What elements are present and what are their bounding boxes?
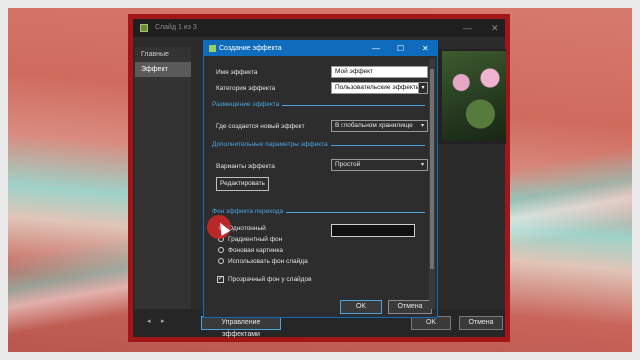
next-slide-icon[interactable]: ▸ bbox=[161, 317, 165, 325]
manage-effects-button[interactable]: Управление эффектами bbox=[201, 316, 281, 338]
dialog-cancel-button[interactable]: Отмена bbox=[388, 300, 432, 314]
main-window-titlebar: Слайд 1 из 3 — ✕ bbox=[133, 19, 505, 37]
sidebar-item-effect[interactable]: Эффект bbox=[135, 62, 191, 77]
bg-section-header: Фон эффекта перехода bbox=[212, 208, 425, 216]
radio-slide-bg[interactable] bbox=[218, 258, 224, 264]
chevron-down-icon[interactable]: ▾ bbox=[418, 83, 427, 93]
close-icon[interactable]: ✕ bbox=[491, 19, 499, 37]
variants-value: Простой bbox=[335, 161, 361, 168]
dialog-ok-button[interactable]: OK bbox=[340, 300, 382, 314]
solid-color-picker[interactable] bbox=[331, 224, 415, 237]
where-created-select[interactable]: В глобальном хранилище ▾ bbox=[331, 120, 428, 132]
dialog-minimize-icon[interactable]: — bbox=[372, 41, 380, 56]
transparent-label: Прозрачный фон у слайдов bbox=[228, 276, 312, 283]
effect-category-select[interactable]: Пользовательские эффекты ▾ bbox=[331, 82, 428, 94]
dialog-close-icon[interactable]: ✕ bbox=[422, 41, 429, 56]
sidebar: Главные Эффект bbox=[135, 47, 191, 317]
bg-section-title: Фон эффекта перехода bbox=[212, 208, 287, 215]
chevron-down-icon: ▾ bbox=[420, 162, 424, 168]
placement-section-title: Размещение эффекта bbox=[212, 101, 283, 108]
placement-section-header: Размещение эффекта bbox=[212, 101, 425, 109]
transparent-checkbox[interactable]: ✓ bbox=[217, 276, 224, 283]
ok-button[interactable]: OK bbox=[411, 316, 451, 330]
radio-bg-image-label: Фоновая картинка bbox=[228, 247, 283, 254]
radio-solid-label: Однотонный bbox=[228, 225, 266, 232]
dialog-maximize-icon[interactable]: ☐ bbox=[397, 41, 404, 56]
effect-name-field[interactable]: Мой эффект bbox=[331, 66, 428, 78]
variants-label: Варианты эффекта bbox=[216, 163, 275, 170]
dialog-title: Создание эффекта bbox=[219, 45, 282, 52]
extra-section-title: Дополнительные параметры эффекта bbox=[212, 141, 331, 148]
effect-category-value: Пользовательские эффекты bbox=[335, 84, 421, 91]
cancel-button[interactable]: Отмена bbox=[459, 316, 503, 330]
extra-section-header: Дополнительные параметры эффекта bbox=[212, 141, 425, 149]
variants-select[interactable]: Простой ▾ bbox=[331, 159, 428, 171]
effect-name-label: Имя эффекта bbox=[216, 69, 258, 76]
chevron-down-icon: ▾ bbox=[420, 123, 424, 129]
radio-gradient-label: Градиентный фон bbox=[228, 236, 283, 243]
radio-bg-image[interactable] bbox=[218, 247, 224, 253]
dialog-app-icon bbox=[209, 45, 216, 52]
edit-button[interactable]: Редактировать bbox=[216, 177, 269, 191]
dialog-titlebar: Создание эффекта — ☐ ✕ bbox=[204, 41, 437, 56]
main-window-title: Слайд 1 из 3 bbox=[155, 24, 197, 31]
radio-slide-bg-label: Использовать фон слайда bbox=[228, 258, 308, 265]
where-created-value: В глобальном хранилище bbox=[335, 122, 413, 129]
sidebar-item-main[interactable]: Главные bbox=[135, 47, 191, 62]
where-created-label: Где создается новый эффект bbox=[216, 123, 305, 130]
prev-slide-icon[interactable]: ◂ bbox=[147, 317, 151, 325]
effect-category-label: Категория эффекта bbox=[216, 85, 276, 92]
dialog-scrollbar[interactable] bbox=[429, 59, 435, 309]
create-effect-dialog: Создание эффекта — ☐ ✕ Имя эффекта Мой э… bbox=[203, 40, 438, 318]
scroll-thumb[interactable] bbox=[430, 69, 434, 269]
preview-image bbox=[442, 51, 506, 141]
minimize-icon[interactable]: — bbox=[463, 19, 472, 37]
app-icon bbox=[140, 24, 148, 32]
